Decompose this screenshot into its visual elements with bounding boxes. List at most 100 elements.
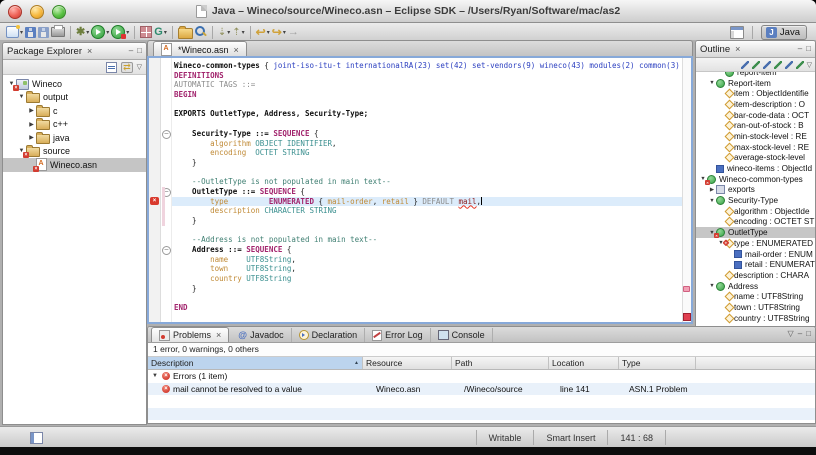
tree-item-c[interactable]: ▶c — [3, 104, 146, 118]
generate-button[interactable]: G▾ — [154, 25, 167, 40]
outline-item-town[interactable]: town : UTF8String — [696, 302, 815, 313]
outline-item-average-stock-level[interactable]: average-stock-level — [696, 153, 815, 164]
code-line[interactable] — [174, 100, 682, 110]
dropdown-arrow-icon[interactable]: ▾ — [227, 29, 230, 36]
print-button[interactable] — [51, 25, 65, 40]
minimize-view-icon[interactable]: – — [129, 47, 133, 55]
back-button[interactable]: ↩▾ — [256, 25, 270, 40]
code-line[interactable]: description CHARACTER STRING — [174, 206, 682, 216]
maximize-view-icon[interactable]: □ — [806, 45, 811, 53]
code-line[interactable]: } — [174, 216, 682, 226]
outline-item-wineco-items[interactable]: wineco-items : ObjectId — [696, 163, 815, 174]
fold-marker-icon[interactable]: – — [162, 130, 171, 139]
outline-item-item[interactable]: item : ObjectIdentifie — [696, 88, 815, 99]
code-line[interactable]: } — [174, 284, 682, 294]
tab-problems[interactable]: Problems× — [151, 327, 229, 342]
close-icon[interactable]: × — [216, 330, 221, 340]
close-window-button[interactable] — [8, 5, 22, 19]
close-icon[interactable]: × — [735, 44, 740, 54]
code-line[interactable]: Wineco-common-types { joint-iso-itu-t in… — [174, 61, 682, 71]
minimize-view-icon[interactable]: – — [798, 330, 802, 338]
outline-item-bar-code-data[interactable]: bar-code-data : OCT — [696, 110, 815, 121]
code-line[interactable]: name UTF8String, — [174, 255, 682, 265]
outline-item-name[interactable]: name : UTF8String — [696, 291, 815, 302]
forward-button[interactable]: ↪▾ — [272, 25, 286, 40]
dropdown-arrow-icon[interactable]: ▾ — [106, 29, 109, 36]
code-line[interactable]: type ENUMERATED { mail-order, retail } D… — [172, 197, 682, 207]
code-line[interactable]: --Address is not populated in main text-… — [174, 235, 682, 245]
view-menu-icon[interactable]: ▽ — [788, 330, 794, 338]
open-perspective-icon[interactable] — [730, 26, 744, 39]
outline-item-address[interactable]: ▼Address — [696, 281, 815, 292]
tree-item-java[interactable]: ▶java — [3, 131, 146, 145]
code-line[interactable]: END — [174, 303, 682, 313]
dropdown-arrow-icon[interactable]: ▾ — [126, 29, 129, 36]
outline-item-wineco-common-types[interactable]: ▼Wineco-common-types — [696, 174, 815, 185]
expand-arrow-icon[interactable]: ▶ — [27, 121, 36, 128]
open-task-button[interactable] — [178, 25, 193, 40]
hide-nonpublic-icon[interactable] — [785, 61, 793, 69]
outline-item-encoding[interactable]: encoding : OCTET ST — [696, 217, 815, 228]
tree-item-c-[interactable]: ▶c++ — [3, 118, 146, 132]
outline-item-min-stock-level[interactable]: min-stock-level : RE — [696, 131, 815, 142]
editor-tab-wineco-asn[interactable]: *Wineco.asn × — [153, 41, 247, 57]
overview-marker[interactable] — [683, 286, 690, 292]
outline-item-retail[interactable]: retail : ENUMERAT — [696, 259, 815, 270]
next-annotation-button[interactable]: ⇣▾ — [218, 25, 230, 40]
outline-item-type[interactable]: ▼type : ENUMERATED — [696, 238, 815, 249]
code-line[interactable]: encoding OCTET STRING — [174, 148, 682, 158]
dropdown-arrow-icon[interactable]: ▾ — [164, 29, 167, 36]
outline-item-exports[interactable]: ▶exports — [696, 185, 815, 196]
maximize-view-icon[interactable]: □ — [137, 47, 142, 55]
hide-static-icon[interactable] — [774, 61, 782, 69]
column-header-location[interactable]: Location — [549, 357, 619, 369]
debug-button[interactable]: ✱▾ — [76, 25, 89, 40]
zoom-window-button[interactable] — [52, 5, 66, 19]
view-menu-icon[interactable]: ▽ — [137, 63, 142, 71]
code-line[interactable]: Address ::= SEQUENCE { — [174, 245, 682, 255]
expand-arrow-icon[interactable]: ▶ — [27, 107, 36, 114]
annotation-ruler[interactable] — [149, 58, 161, 322]
code-line[interactable]: --OutletType is not populated in main te… — [174, 177, 682, 187]
column-header-path[interactable]: Path — [452, 357, 549, 369]
minimize-view-icon[interactable]: – — [798, 45, 802, 53]
package-explorer-tab[interactable]: Package Explorer × — [7, 46, 92, 57]
code-line[interactable]: Security-Type ::= SEQUENCE { — [174, 129, 682, 139]
outline-item-mail-order[interactable]: mail-order : ENUM — [696, 249, 815, 260]
sort-icon[interactable] — [741, 61, 749, 69]
run-button[interactable]: ▾ — [91, 25, 109, 40]
column-header-resource[interactable]: Resource — [363, 357, 452, 369]
title-bar[interactable]: Java – Wineco/source/Wineco.asn – Eclips… — [0, 0, 816, 23]
code-line[interactable] — [174, 119, 682, 129]
tab-console[interactable]: Console — [431, 328, 493, 342]
code-line[interactable]: DEFINITIONS — [174, 71, 682, 81]
dropdown-arrow-icon[interactable]: ▾ — [283, 29, 286, 36]
dropdown-arrow-icon[interactable]: ▾ — [267, 29, 270, 36]
search-button[interactable] — [195, 25, 207, 40]
code-line[interactable]: AUTOMATIC TAGS ::= — [174, 80, 682, 90]
outline-item-algorithm[interactable]: algorithm : ObjectIde — [696, 206, 815, 217]
collapse-all-icon[interactable] — [106, 62, 117, 73]
tree-item-wineco-asn[interactable]: Wineco.asn — [3, 158, 146, 172]
outline-item-ran-out-of-stock[interactable]: ran-out-of-stock : B — [696, 120, 815, 131]
dropdown-arrow-icon[interactable]: ▾ — [20, 29, 23, 36]
run-coverage-button[interactable]: ▾ — [111, 25, 129, 40]
code-line[interactable]: algorithm OBJECT IDENTIFIER, — [174, 139, 682, 149]
outline-item-security-type[interactable]: ▼Security-Type — [696, 195, 815, 206]
new-java-project-button[interactable] — [140, 25, 152, 40]
tree-item-source[interactable]: ▼source — [3, 145, 146, 159]
expand-arrow-icon[interactable]: ▼ — [17, 94, 26, 100]
code-line[interactable] — [174, 226, 682, 236]
maximize-view-icon[interactable]: □ — [806, 330, 811, 338]
expand-arrow-icon[interactable]: ▼ — [708, 283, 716, 289]
tab-declaration[interactable]: Declaration — [292, 328, 366, 342]
tab-javadoc[interactable]: @Javadoc — [231, 328, 291, 342]
save-button[interactable] — [25, 25, 36, 40]
save-all-button[interactable] — [38, 25, 49, 40]
new-wizard-button[interactable]: ▾ — [6, 25, 23, 40]
link-with-editor-icon[interactable]: ⇄ — [121, 62, 133, 73]
expand-arrow-icon[interactable]: ▶ — [708, 187, 716, 193]
error-marker-icon[interactable] — [150, 197, 159, 205]
expand-arrow-icon[interactable]: ▼ — [708, 198, 716, 204]
hide-local-icon[interactable] — [796, 61, 804, 69]
